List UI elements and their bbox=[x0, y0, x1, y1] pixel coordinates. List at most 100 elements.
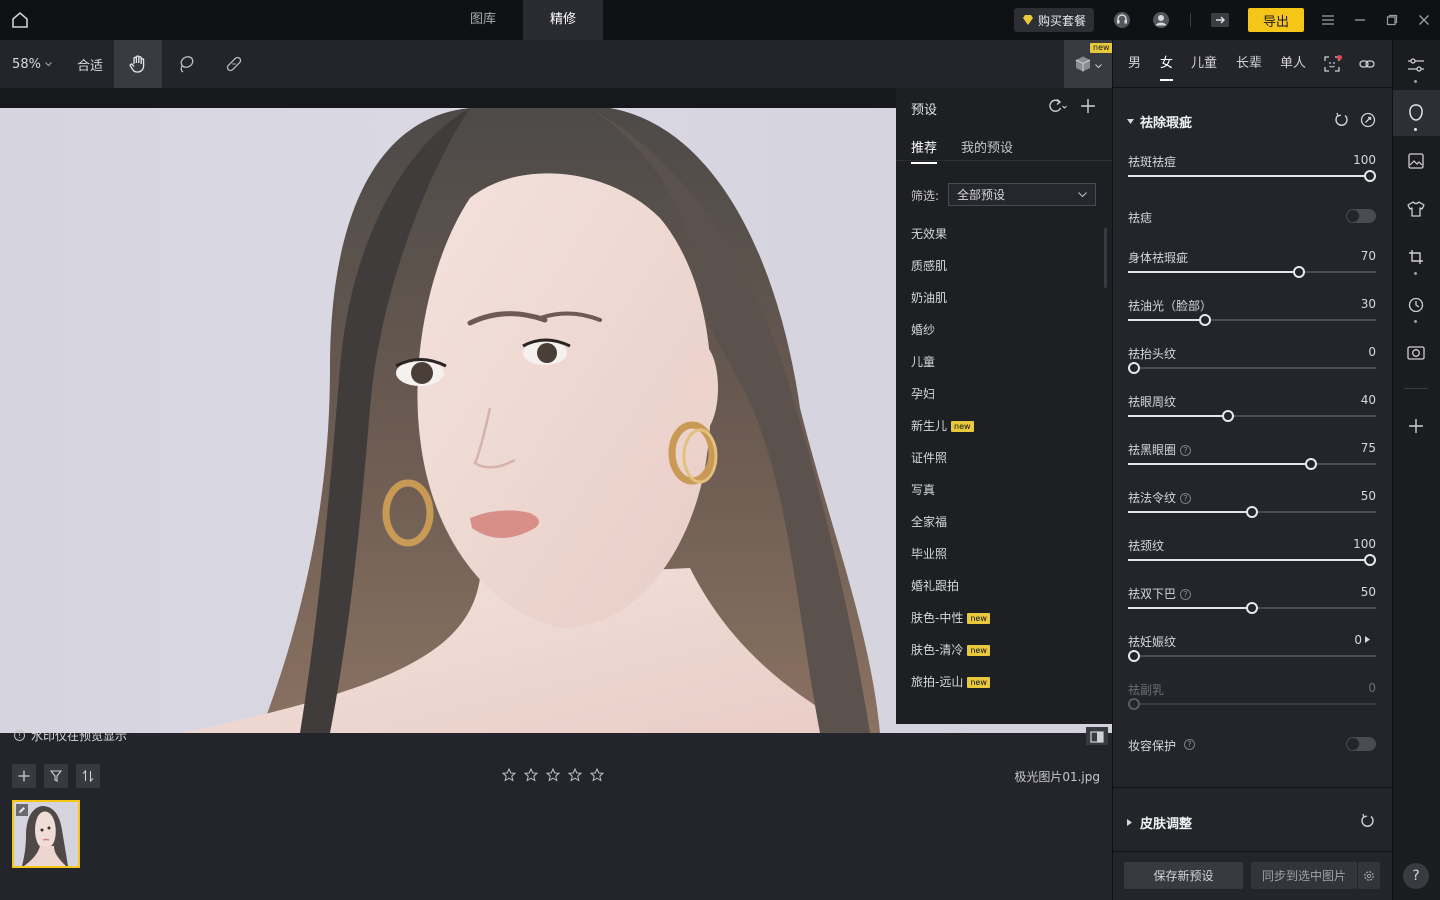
add-image-button[interactable] bbox=[12, 764, 36, 788]
slider-value[interactable]: 75 bbox=[1361, 441, 1376, 455]
slider-value[interactable]: 40 bbox=[1361, 393, 1376, 407]
history-icon[interactable] bbox=[1404, 294, 1428, 316]
image-adjust-icon[interactable] bbox=[1404, 150, 1428, 172]
preset-list-item[interactable]: 证件照 bbox=[911, 448, 947, 468]
scrollbar[interactable] bbox=[1104, 228, 1107, 288]
preset-list-item[interactable]: 婚礼跟拍 bbox=[911, 576, 959, 596]
star-icon[interactable] bbox=[568, 768, 582, 782]
maximize-icon[interactable] bbox=[1382, 10, 1402, 30]
preset-list-item[interactable]: 全家福 bbox=[911, 512, 947, 532]
reset-section-icon[interactable] bbox=[1358, 811, 1378, 831]
slider-track[interactable] bbox=[1128, 703, 1376, 705]
caret-right-icon[interactable] bbox=[1365, 636, 1370, 643]
tab-single[interactable]: 单人 bbox=[1280, 40, 1306, 88]
face-retouch-icon[interactable] bbox=[1404, 102, 1428, 124]
star-icon[interactable] bbox=[590, 768, 604, 782]
preset-list-item[interactable]: 肤色-中性 new bbox=[911, 608, 990, 628]
preset-filter-select[interactable]: 全部预设 bbox=[948, 183, 1096, 206]
preset-list-item[interactable]: 婚纱 bbox=[911, 320, 935, 340]
slider-track[interactable] bbox=[1128, 367, 1376, 369]
reset-presets-icon[interactable] bbox=[1044, 96, 1070, 116]
preset-list-item[interactable]: 旅拍-远山 new bbox=[911, 672, 990, 692]
auto-adjust-icon[interactable] bbox=[1358, 110, 1378, 130]
slider-value[interactable]: 30 bbox=[1361, 297, 1376, 311]
help-icon[interactable]: ? bbox=[1403, 863, 1429, 889]
preset-list-item[interactable]: 写真 bbox=[911, 480, 935, 500]
filter-button[interactable] bbox=[44, 764, 68, 788]
slider-value[interactable]: 100 bbox=[1353, 153, 1376, 167]
close-icon[interactable] bbox=[1414, 10, 1434, 30]
help-icon[interactable]: ? bbox=[1180, 445, 1192, 456]
slider-knob[interactable] bbox=[1364, 170, 1376, 182]
home-icon[interactable] bbox=[8, 8, 32, 32]
slider-value[interactable]: 0 bbox=[1368, 681, 1376, 695]
clothing-icon[interactable] bbox=[1404, 198, 1428, 220]
tab-elders[interactable]: 长辈 bbox=[1236, 40, 1262, 88]
preset-list-item[interactable]: 儿童 bbox=[911, 352, 935, 372]
slider-knob[interactable] bbox=[1128, 650, 1140, 662]
tab-retouch[interactable]: 精修 bbox=[523, 0, 603, 40]
slider-track[interactable] bbox=[1128, 559, 1376, 561]
preset-list-item[interactable]: 新生儿 new bbox=[911, 416, 974, 436]
star-icon[interactable] bbox=[524, 768, 538, 782]
skin-section-header[interactable]: 皮肤调整 bbox=[1127, 813, 1192, 832]
slider-knob[interactable] bbox=[1198, 314, 1211, 326]
mole-removal-toggle[interactable] bbox=[1346, 209, 1376, 223]
help-icon[interactable]: ? bbox=[1184, 739, 1195, 750]
zoom-dropdown[interactable]: 58% bbox=[6, 40, 58, 88]
preset-list-item[interactable]: 无效果 bbox=[911, 224, 947, 244]
sync-to-selected-button[interactable]: 同步到选中图片 bbox=[1251, 862, 1357, 889]
slider-value[interactable]: 0 bbox=[1368, 345, 1376, 359]
menu-icon[interactable] bbox=[1318, 10, 1338, 30]
sort-button[interactable] bbox=[76, 764, 100, 788]
star-rating[interactable] bbox=[502, 768, 604, 782]
hand-tool-button[interactable] bbox=[114, 40, 162, 88]
slider-value[interactable]: 70 bbox=[1361, 249, 1376, 263]
star-icon[interactable] bbox=[546, 768, 560, 782]
help-icon[interactable]: ? bbox=[1180, 493, 1192, 504]
compare-view-icon[interactable] bbox=[1086, 727, 1108, 747]
buy-plan-button[interactable]: 购买套餐 bbox=[1014, 8, 1094, 32]
reset-section-icon[interactable] bbox=[1332, 110, 1352, 130]
makeup-protection-toggle[interactable] bbox=[1346, 737, 1376, 751]
tab-children[interactable]: 儿童 bbox=[1191, 40, 1217, 88]
user-avatar-icon[interactable] bbox=[1149, 8, 1173, 32]
preset-list-item[interactable]: 奶油肌 bbox=[911, 288, 947, 308]
slider-track[interactable] bbox=[1128, 415, 1376, 417]
switch-account-icon[interactable] bbox=[1207, 8, 1233, 32]
crop-icon[interactable] bbox=[1404, 246, 1428, 268]
slider-knob[interactable] bbox=[1246, 506, 1258, 518]
slider-track[interactable] bbox=[1128, 463, 1376, 465]
add-preset-icon[interactable] bbox=[1078, 96, 1098, 116]
tab-library[interactable]: 图库 bbox=[443, 0, 523, 40]
slider-value[interactable]: 100 bbox=[1353, 537, 1376, 551]
save-new-preset-button[interactable]: 保存新预设 bbox=[1124, 862, 1243, 889]
camera-icon[interactable] bbox=[1404, 342, 1428, 364]
slider-track[interactable] bbox=[1128, 175, 1376, 177]
slider-track[interactable] bbox=[1128, 271, 1376, 273]
tab-my-presets[interactable]: 我的预设 bbox=[961, 137, 1013, 156]
slider-knob[interactable] bbox=[1246, 602, 1258, 614]
preset-list-item[interactable]: 肤色-清冷 new bbox=[911, 640, 990, 660]
star-icon[interactable] bbox=[502, 768, 516, 782]
sync-settings-button[interactable] bbox=[1357, 862, 1380, 889]
export-button[interactable]: 导出 bbox=[1248, 8, 1304, 32]
tab-male[interactable]: 男 bbox=[1128, 40, 1141, 88]
slider-value[interactable]: 50 bbox=[1361, 489, 1376, 503]
slider-knob[interactable] bbox=[1364, 554, 1376, 566]
adjust-sliders-icon[interactable] bbox=[1404, 54, 1428, 76]
slider-knob[interactable] bbox=[1128, 698, 1140, 710]
slider-knob[interactable] bbox=[1128, 362, 1140, 374]
slider-track[interactable] bbox=[1128, 655, 1376, 657]
headset-icon[interactable] bbox=[1110, 8, 1134, 32]
link-icon[interactable] bbox=[1357, 54, 1377, 74]
add-tool-icon[interactable] bbox=[1404, 414, 1428, 438]
fit-button[interactable]: 合适 bbox=[68, 40, 112, 88]
blemish-section-header[interactable]: 祛除瑕疵 bbox=[1127, 112, 1192, 131]
slider-track[interactable] bbox=[1128, 319, 1376, 321]
preset-list-item[interactable]: 质感肌 bbox=[911, 256, 947, 276]
preset-list-item[interactable]: 孕妇 bbox=[911, 384, 935, 404]
lasso-tool-button[interactable] bbox=[162, 40, 210, 88]
minimize-icon[interactable] bbox=[1350, 10, 1370, 30]
help-icon[interactable]: ? bbox=[1180, 589, 1192, 600]
